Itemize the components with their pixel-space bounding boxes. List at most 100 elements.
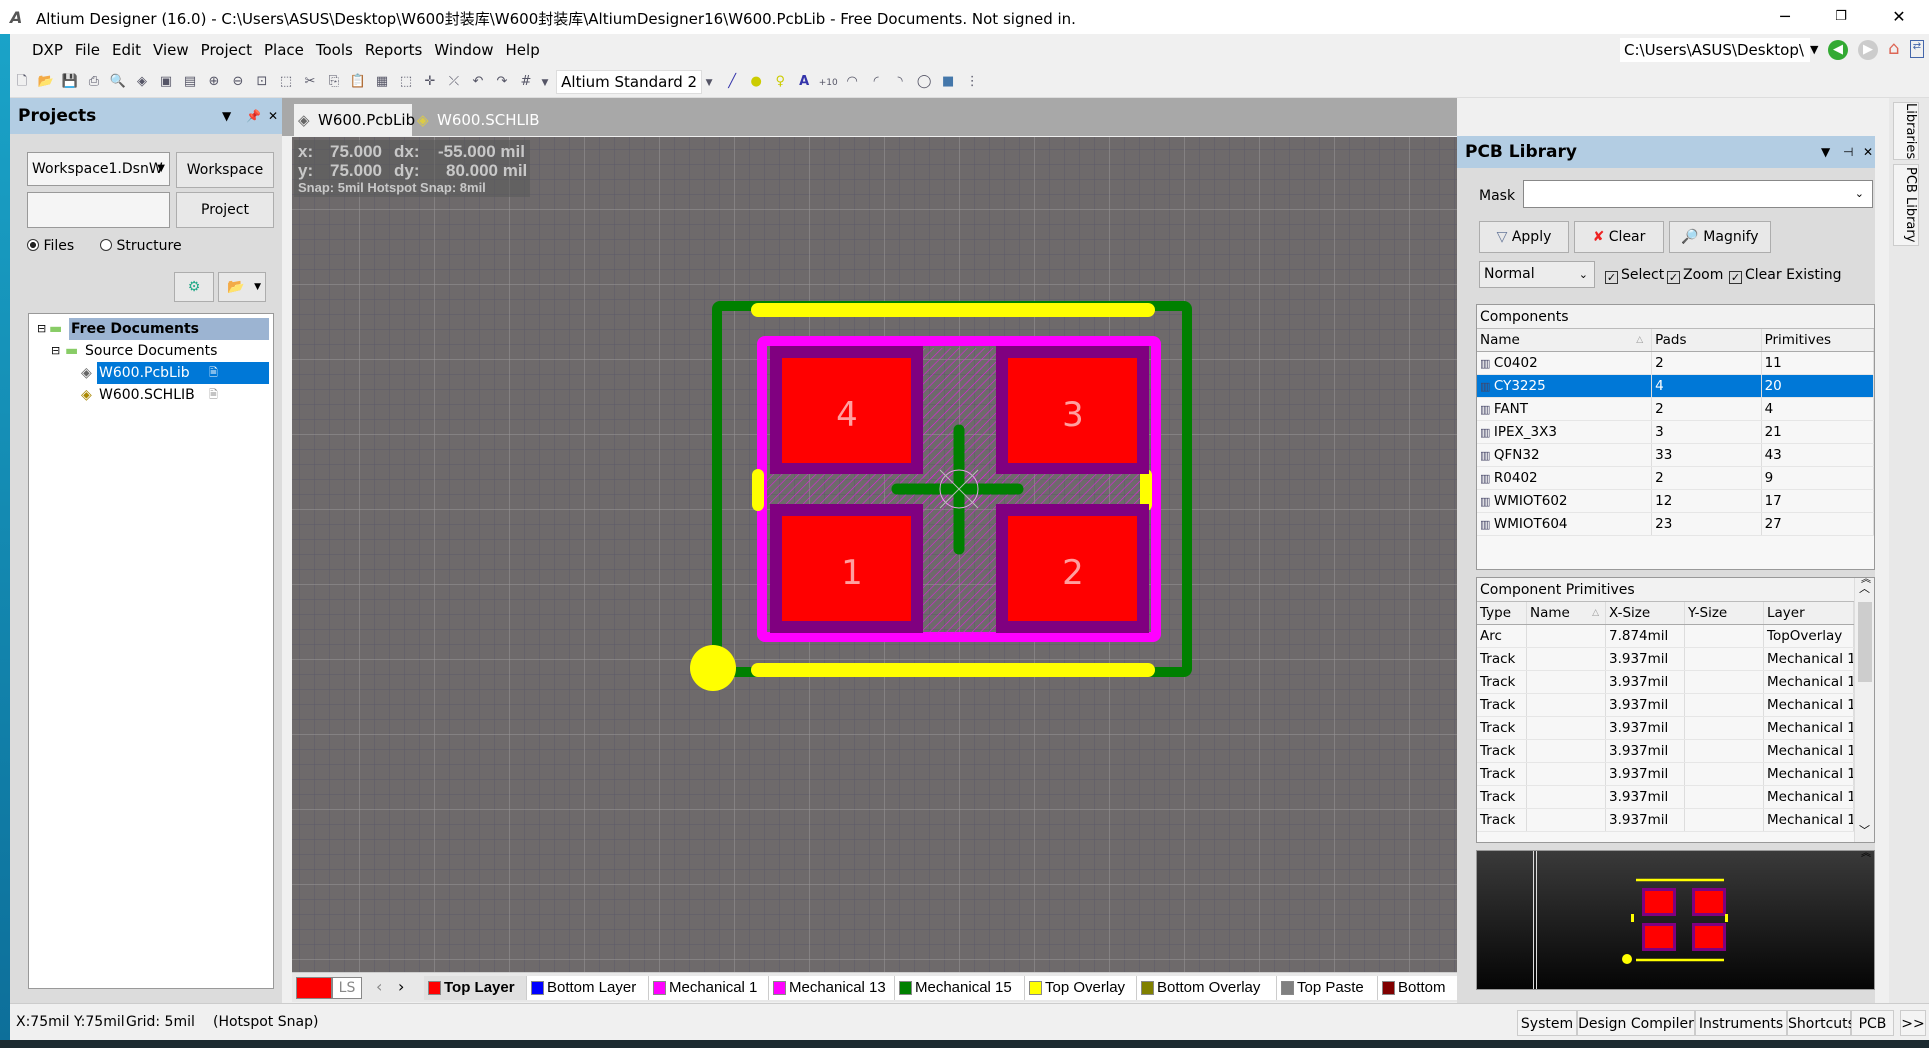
status-tab-more[interactable]: >> xyxy=(1900,1010,1926,1036)
apply-button[interactable]: ▽ Apply xyxy=(1479,221,1569,253)
folder-icon[interactable]: ▤ xyxy=(180,72,200,92)
path-input[interactable]: C:\Users\ASUS\Desktop\ xyxy=(1620,38,1810,62)
menu-file[interactable]: File xyxy=(69,34,106,66)
status-tab-instruments[interactable]: Instruments xyxy=(1695,1010,1787,1036)
deselect-icon[interactable]: ⤫ xyxy=(444,72,464,92)
layer-tab-top-layer[interactable]: Top Layer xyxy=(424,976,527,1000)
pad-4[interactable]: 4 xyxy=(770,346,923,474)
primitive-row[interactable]: Track 3.937mil Mechanical 15 xyxy=(1477,763,1854,786)
new-file-icon[interactable]: 🗋 xyxy=(12,72,32,92)
layer-tab-mechanical-15[interactable]: Mechanical 15 xyxy=(895,976,1025,1000)
restore-button[interactable]: ❐ xyxy=(1818,4,1864,30)
zoom-in-icon[interactable]: ⊕ xyxy=(204,72,224,92)
chevron-down-icon[interactable]: ▼ xyxy=(254,273,261,301)
rubber-stamp-icon[interactable]: ▦ xyxy=(372,72,392,92)
component-row[interactable]: ▥ FANT 2 4 xyxy=(1477,398,1874,421)
collapse-icon[interactable]: ⊟ xyxy=(37,318,46,340)
primitive-row[interactable]: Track 3.937mil Mechanical 13 xyxy=(1477,717,1854,740)
close-button[interactable]: ✕ xyxy=(1876,4,1922,30)
place-coordinate-icon[interactable]: +10 xyxy=(818,73,838,93)
column-y-size[interactable]: Y-Size xyxy=(1685,602,1764,624)
project-select[interactable] xyxy=(27,192,170,228)
column-name[interactable]: Name △ xyxy=(1527,602,1606,624)
chevron-down-icon[interactable]: ⌄ xyxy=(1855,181,1864,207)
redo-icon[interactable]: ↷ xyxy=(492,72,512,92)
scrollbar-thumb[interactable] xyxy=(1858,602,1872,682)
open-project-icon[interactable]: 📂 ▼ xyxy=(218,272,266,302)
status-tab-shortcuts[interactable]: Shortcuts xyxy=(1787,1010,1855,1036)
clear-button[interactable]: ✘ Clear xyxy=(1574,221,1664,253)
tab-w600-pcblib[interactable]: ◈ W600.PcbLib xyxy=(294,104,415,136)
forward-icon[interactable]: ▶ xyxy=(1858,40,1878,60)
array-paste-icon[interactable]: ⋮ xyxy=(962,72,982,92)
mask-input[interactable]: ⌄ xyxy=(1523,180,1873,208)
status-tab-system[interactable]: System xyxy=(1517,1010,1577,1036)
panel-close-icon[interactable]: ✕ xyxy=(1863,136,1873,168)
menu-view[interactable]: View xyxy=(147,34,195,66)
tab-w600-schlib[interactable]: ◈ W600.SCHLIB xyxy=(413,104,541,136)
cut-icon[interactable]: ✂ xyxy=(300,72,320,92)
mode-select[interactable]: Normal ⌄ xyxy=(1479,261,1595,288)
footprint-preview[interactable] xyxy=(1476,850,1875,990)
pin-icon[interactable]: 📌 xyxy=(246,98,261,134)
menu-edit[interactable]: Edit xyxy=(106,34,147,66)
primitive-row[interactable]: Track 3.937mil Mechanical 15 xyxy=(1477,786,1854,809)
layer-tab-bottom-layer[interactable]: Bottom Layer xyxy=(527,976,649,1000)
magnify-button[interactable]: 🔎 Magnify xyxy=(1669,221,1771,253)
3d-view-icon[interactable]: ◈ xyxy=(132,72,152,92)
tree-item-w600-pcblib[interactable]: W600.PcbLib 🗎 xyxy=(97,362,269,384)
component-row[interactable]: ▥ C0402 2 11 xyxy=(1477,352,1874,375)
arc-center-icon[interactable]: ◠ xyxy=(842,72,862,92)
board-icon[interactable]: ▣ xyxy=(156,72,176,92)
menu-dxp[interactable]: DXP xyxy=(10,34,69,66)
menu-reports[interactable]: Reports xyxy=(359,34,429,66)
primitive-row[interactable]: Track 3.937mil Mechanical 15 xyxy=(1477,740,1854,763)
select-checkbox[interactable]: ✓ Select xyxy=(1605,267,1664,284)
zoom-fit-icon[interactable]: ⊡ xyxy=(252,72,272,92)
select-area-icon[interactable]: ⬚ xyxy=(396,72,416,92)
panel-menu-icon[interactable]: ▼ xyxy=(1821,136,1830,168)
grid-dropdown-icon[interactable]: ▼ xyxy=(540,73,550,93)
print-icon[interactable]: ⎙ xyxy=(84,72,104,92)
compile-icon[interactable]: ⚙ xyxy=(174,272,214,302)
scroll-down-icon[interactable]: ﹀ xyxy=(1859,822,1870,838)
primitive-row[interactable]: Track 3.937mil Mechanical 13 xyxy=(1477,671,1854,694)
current-layer-swatch[interactable] xyxy=(296,977,332,999)
primitive-row[interactable]: Arc 7.874mil TopOverlay xyxy=(1477,625,1854,648)
workspace-select[interactable]: Workspace1.DsnW ▼ xyxy=(27,152,170,186)
column-type[interactable]: Type xyxy=(1477,602,1527,624)
menu-project[interactable]: Project xyxy=(195,34,258,66)
menu-tools[interactable]: Tools xyxy=(310,34,359,66)
arc-edge-icon[interactable]: ◜ xyxy=(866,72,886,92)
column-layer[interactable]: Layer xyxy=(1764,602,1854,624)
paste-icon[interactable]: 📋 xyxy=(348,72,368,92)
component-row[interactable]: ▥ QFN32 33 43 xyxy=(1477,444,1874,467)
arc-any-icon[interactable]: ◝ xyxy=(890,72,910,92)
layer-tab-top-overlay[interactable]: Top Overlay xyxy=(1025,976,1137,1000)
collapse-icon[interactable]: ⊟ xyxy=(51,340,60,362)
layer-tab-bottom[interactable]: Bottom xyxy=(1378,976,1458,1000)
pin-icon[interactable]: ⊣ xyxy=(1843,136,1853,168)
primitive-row[interactable]: Track 3.937mil Mechanical 13 xyxy=(1477,648,1854,671)
copy-icon[interactable]: ⎘ xyxy=(324,72,344,92)
tree-item-w600-schlib[interactable]: W600.SCHLIB 🗎 xyxy=(97,384,269,406)
collapse-up-icon[interactable]: ︽ xyxy=(1861,570,1871,585)
undo-icon[interactable]: ↶ xyxy=(468,72,488,92)
place-pad-icon[interactable]: ● xyxy=(746,72,766,92)
place-string-icon[interactable]: A xyxy=(794,72,814,92)
open-icon[interactable]: 📂 xyxy=(36,72,56,92)
pad-1[interactable]: 1 xyxy=(770,504,923,633)
panel-menu-icon[interactable]: ▼ xyxy=(222,98,231,134)
layer-scroll-left-icon[interactable]: ‹ xyxy=(376,977,382,996)
layer-set-button[interactable]: LS xyxy=(332,977,362,999)
component-row[interactable]: ▥ WMIOT602 12 17 xyxy=(1477,490,1874,513)
column-name[interactable]: Name △ xyxy=(1477,329,1653,351)
component-row[interactable]: ▥ IPEX_3X3 3 21 xyxy=(1477,421,1874,444)
component-row[interactable]: ▥ R0402 2 9 xyxy=(1477,467,1874,490)
column-x-size[interactable]: X-Size xyxy=(1606,602,1685,624)
collapse-up-icon[interactable]: ︽ xyxy=(1861,844,1871,859)
place-via-icon[interactable]: ♀ xyxy=(770,72,790,92)
layer-scroll-right-icon[interactable]: › xyxy=(398,977,404,996)
radio-files[interactable]: Files xyxy=(27,238,74,254)
column-pads[interactable]: Pads xyxy=(1652,329,1762,351)
